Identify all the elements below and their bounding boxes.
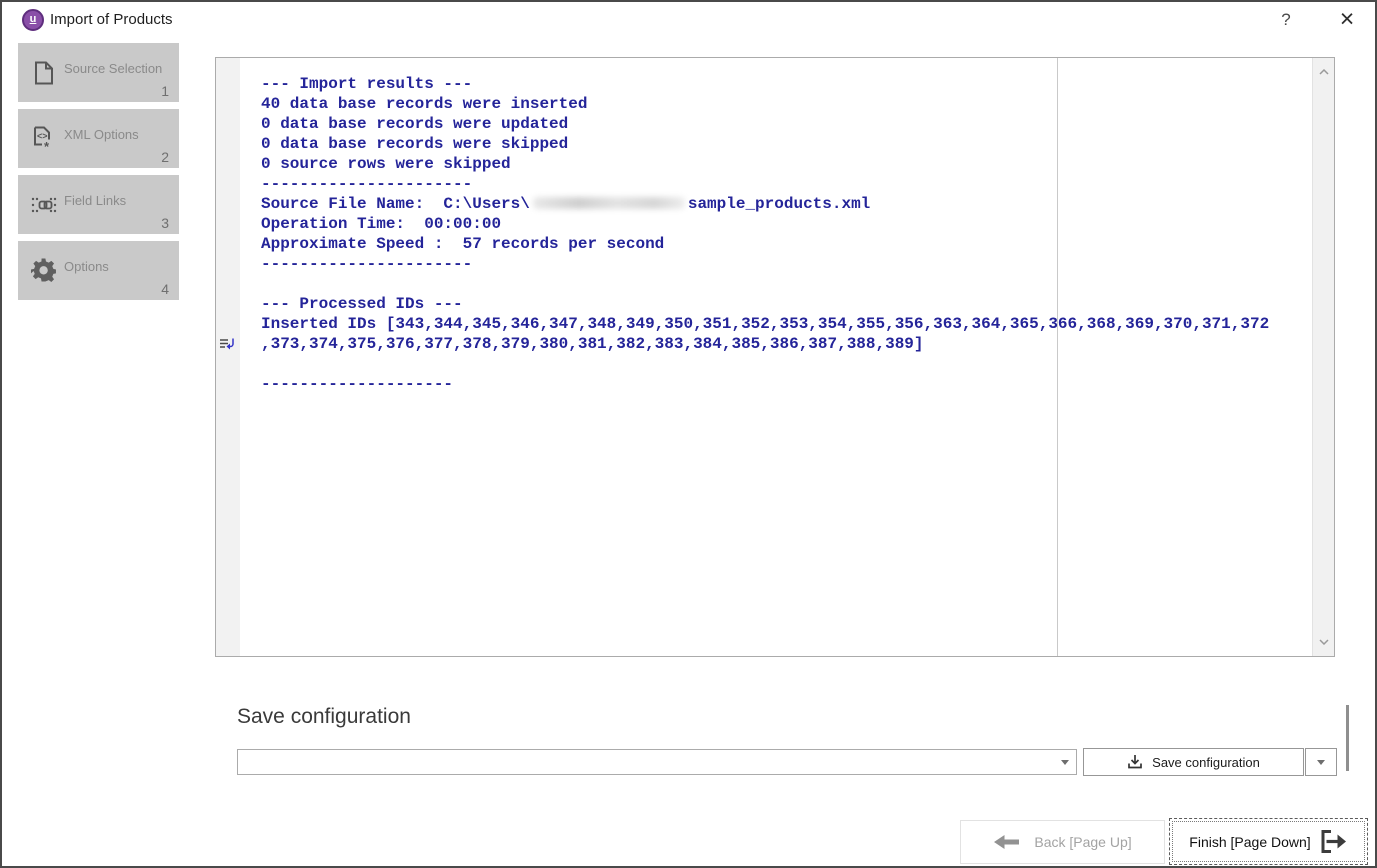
title-bar: u Import of Products ? × [2, 2, 1375, 38]
sidebar-item-options[interactable]: Options 4 [18, 241, 179, 300]
sidebar-item-number: 2 [161, 149, 169, 165]
log-line: Inserted IDs [343,344,345,346,347,348,34… [261, 314, 1311, 334]
finish-button-label: Finish [Page Down] [1189, 834, 1310, 850]
log-line: ,373,374,375,376,377,378,379,380,381,382… [261, 334, 1311, 354]
sidebar-item-field-links[interactable]: Field Links 3 [18, 175, 179, 234]
scroll-up-icon[interactable] [1313, 64, 1334, 80]
combobox-dropdown-icon[interactable] [1061, 760, 1069, 765]
log-line: --- Import results --- [261, 74, 1311, 94]
xml-document-icon: <>* [31, 125, 57, 153]
split-dropdown-icon [1317, 760, 1325, 765]
finish-button-inner: Finish [Page Down] [1172, 821, 1365, 862]
sidebar-item-number: 4 [161, 281, 169, 297]
svg-text:*: * [44, 139, 50, 152]
save-configuration-button[interactable]: Save configuration [1083, 748, 1304, 776]
sidebar-item-number: 1 [161, 83, 169, 99]
sidebar-item-source-selection[interactable]: Source Selection 1 [18, 43, 179, 102]
log-line: 0 data base records were updated [261, 114, 1311, 134]
log-line: --- Processed IDs --- [261, 294, 1311, 314]
finish-arrow-icon [1319, 829, 1348, 854]
window-title: Import of Products [50, 11, 173, 28]
sidebar-item-xml-options[interactable]: <>* XML Options 2 [18, 109, 179, 168]
sidebar-item-label: Field Links [64, 193, 126, 208]
close-button[interactable]: × [1333, 4, 1361, 34]
log-line: Source File Name: C:\Users\sample_produc… [261, 194, 1311, 214]
redacted-username-blur [533, 197, 685, 209]
sidebar-item-label: Options [64, 259, 109, 274]
editor-gutter [216, 58, 240, 656]
wizard-steps-sidebar: Source Selection 1 <>* XML Options 2 Field Li… [18, 43, 179, 307]
log-line: -------------------- [261, 374, 1311, 394]
gear-icon [31, 257, 57, 285]
configuration-name-combobox[interactable] [237, 749, 1077, 775]
log-line: 0 data base records were skipped [261, 134, 1311, 154]
finish-button[interactable]: Finish [Page Down] [1169, 818, 1368, 865]
back-button[interactable]: Back [Page Up] [960, 820, 1165, 864]
import-products-window: u Import of Products ? × Source Selectio… [0, 0, 1377, 868]
app-logo-icon: u [22, 9, 44, 31]
save-icon [1127, 754, 1143, 770]
save-configuration-button-label: Save configuration [1152, 755, 1260, 770]
log-line: ---------------------- [261, 174, 1311, 194]
import-log-textarea[interactable]: --- Import results ---40 data base recor… [215, 57, 1335, 657]
log-line [261, 354, 1311, 374]
import-log-text: --- Import results ---40 data base recor… [261, 74, 1311, 656]
log-line: Approximate Speed : 57 records per secon… [261, 234, 1311, 254]
editor-vertical-scrollbar[interactable] [1312, 58, 1334, 656]
sidebar-item-number: 3 [161, 215, 169, 231]
back-button-label: Back [Page Up] [1034, 834, 1131, 850]
log-line: 40 data base records were inserted [261, 94, 1311, 114]
save-configuration-split-dropdown[interactable] [1305, 748, 1337, 776]
log-line: Operation Time: 00:00:00 [261, 214, 1311, 234]
line-wrap-icon [219, 337, 237, 351]
sidebar-item-label: Source Selection [64, 61, 162, 76]
document-icon [31, 59, 57, 87]
sidebar-item-label: XML Options [64, 127, 139, 142]
log-line [261, 274, 1311, 294]
scroll-down-icon[interactable] [1313, 634, 1334, 650]
panel-scrollbar-thumb[interactable] [1346, 705, 1349, 771]
log-line: ---------------------- [261, 254, 1311, 274]
save-configuration-heading: Save configuration [237, 705, 411, 729]
field-links-icon [31, 191, 57, 219]
log-line: 0 source rows were skipped [261, 154, 1311, 174]
back-arrow-icon [993, 834, 1020, 850]
configuration-name-input[interactable] [242, 752, 1052, 772]
help-button[interactable]: ? [1274, 8, 1298, 32]
